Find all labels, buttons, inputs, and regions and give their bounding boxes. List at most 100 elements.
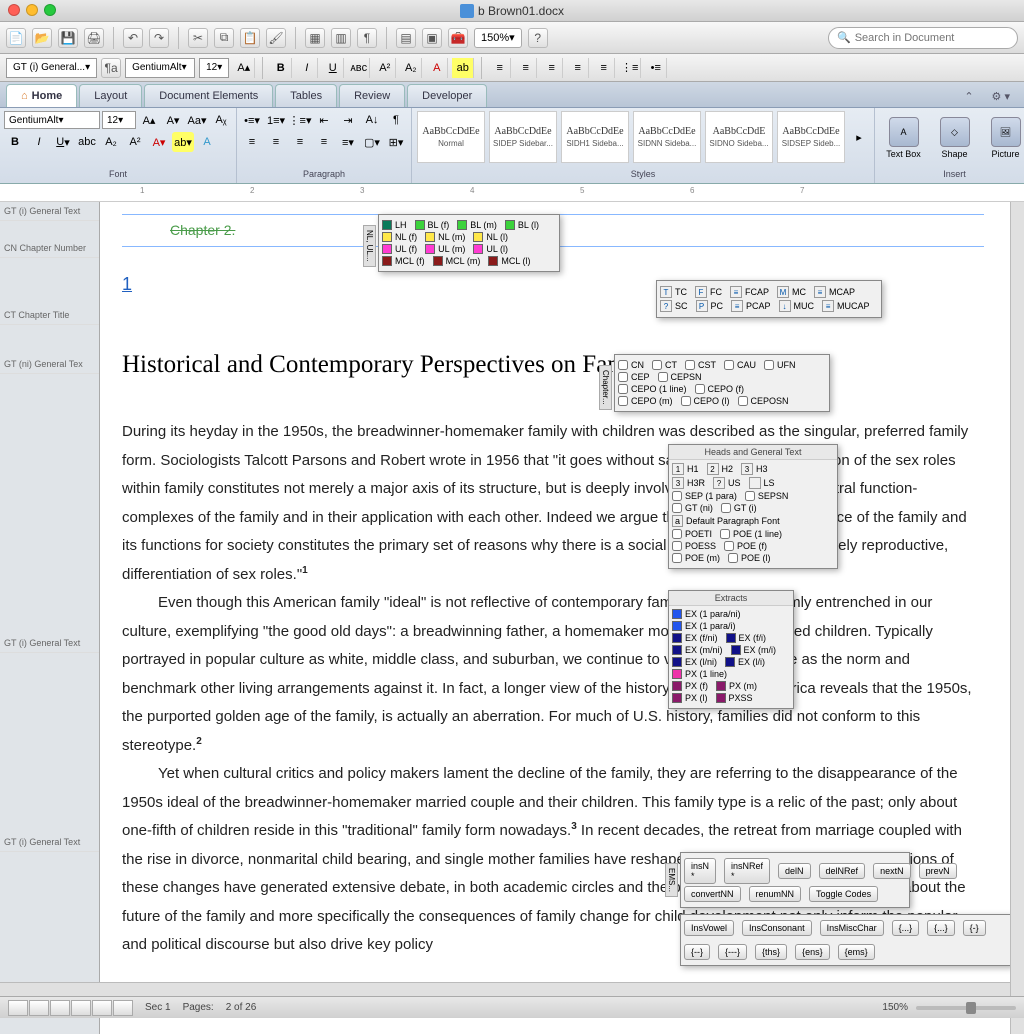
para-button[interactable]: ¶ bbox=[357, 28, 377, 48]
redo-button[interactable]: ↷ bbox=[149, 28, 169, 48]
style-card[interactable]: AaBbCcDdEeSIDNN Sideba... bbox=[633, 111, 701, 163]
extract-style[interactable]: EX (f/i) bbox=[726, 633, 767, 643]
note-action[interactable]: insN * bbox=[684, 858, 716, 884]
style-swatch[interactable]: BL (m) bbox=[457, 220, 497, 230]
note-action[interactable]: delNRef bbox=[819, 863, 866, 879]
font-color-button[interactable]: A bbox=[426, 58, 448, 78]
caption-style[interactable]: ≡MCAP bbox=[814, 286, 855, 298]
extract-style[interactable]: EX (f/ni) bbox=[672, 633, 718, 643]
extracts-palette[interactable]: Extracts EX (1 para/ni)EX (1 para/i)EX (… bbox=[668, 590, 794, 709]
ribbon-settings-button[interactable]: ⚙ ▾ bbox=[984, 86, 1018, 107]
rib-highlight[interactable]: ab▾ bbox=[172, 132, 194, 152]
styles-pane-button[interactable]: ¶a bbox=[101, 58, 121, 78]
caption-style[interactable]: PPC bbox=[696, 300, 724, 312]
insert-char[interactable]: {...} bbox=[892, 920, 920, 936]
style-swatch[interactable]: BL (l) bbox=[505, 220, 539, 230]
table-button[interactable]: ▦ bbox=[305, 28, 325, 48]
rib-show-marks[interactable]: ¶ bbox=[385, 110, 407, 130]
gallery-button[interactable]: ▣ bbox=[422, 28, 442, 48]
caption-style[interactable]: ↓MUC bbox=[779, 300, 815, 312]
note-action[interactable]: delN bbox=[778, 863, 811, 879]
notes-palette[interactable]: EMS... insN *insNRef *delNdelNRefnextNpr… bbox=[680, 852, 910, 908]
note-action[interactable]: renumNN bbox=[749, 886, 802, 902]
rib-spacing[interactable]: ≡▾ bbox=[337, 132, 359, 152]
insert-char-palette[interactable]: InsVowelInsConsonantInsMiscChar{...}{...… bbox=[680, 914, 1012, 966]
rib-bullets[interactable]: •≡▾ bbox=[241, 110, 263, 130]
chapter-style[interactable]: CEPSN bbox=[658, 372, 702, 382]
tab-review[interactable]: Review bbox=[339, 84, 405, 107]
align-center-button[interactable]: ≡ bbox=[515, 58, 537, 78]
chapter-style[interactable]: UFN bbox=[764, 360, 796, 370]
search-box[interactable]: 🔍 bbox=[828, 27, 1018, 49]
toolbox-button[interactable]: 🧰 bbox=[448, 28, 468, 48]
chapter-style[interactable]: CEPO (l) bbox=[681, 396, 730, 406]
palette-tab[interactable]: EMS... bbox=[665, 863, 678, 897]
rib-multilevel[interactable]: ⋮≡▾ bbox=[289, 110, 311, 130]
caption-style[interactable]: ≡MUCAP bbox=[822, 300, 870, 312]
palette-tab[interactable]: NL, UL... bbox=[363, 225, 376, 267]
style-swatch[interactable]: MCL (f) bbox=[382, 256, 425, 266]
rib-indent[interactable]: ⇥ bbox=[337, 110, 359, 130]
shrink-font-icon[interactable]: A▾ bbox=[162, 110, 184, 130]
chapter-style[interactable]: CT bbox=[652, 360, 677, 370]
close-window-button[interactable] bbox=[8, 4, 20, 16]
chapter-style[interactable]: CN bbox=[618, 360, 644, 370]
style-card[interactable]: AaBbCcDdEeSIDEP Sidebar... bbox=[489, 111, 557, 163]
head-style[interactable]: 3H3R bbox=[672, 477, 705, 489]
extract-style[interactable]: EX (1 para/i) bbox=[672, 621, 736, 631]
insert-char[interactable]: InsMiscChar bbox=[820, 920, 884, 936]
caption-style[interactable]: ≡PCAP bbox=[731, 300, 771, 312]
columns-button[interactable]: ▥ bbox=[331, 28, 351, 48]
note-action[interactable]: insNRef * bbox=[724, 858, 770, 884]
extract-style[interactable]: PXSS bbox=[716, 693, 753, 703]
ribbon-collapse-button[interactable]: ⌃ bbox=[956, 86, 981, 107]
rib-effects[interactable]: A bbox=[196, 132, 218, 152]
note-action[interactable]: convertNN bbox=[684, 886, 741, 902]
pages-value[interactable]: 2 of 26 bbox=[226, 1002, 257, 1013]
textbox-button[interactable]: AText Box bbox=[879, 110, 928, 166]
extract-style[interactable]: PX (1 line) bbox=[672, 669, 727, 679]
horizontal-scrollbar[interactable] bbox=[0, 982, 1010, 996]
subscript-button[interactable]: A₂ bbox=[400, 58, 422, 78]
align-right-button[interactable]: ≡ bbox=[541, 58, 563, 78]
underline-button[interactable]: U bbox=[322, 58, 344, 78]
superscript-button[interactable]: A² bbox=[374, 58, 396, 78]
insert-char[interactable]: {--} bbox=[684, 944, 710, 960]
tab-document-elements[interactable]: Document Elements bbox=[144, 84, 273, 107]
rib-sup[interactable]: A² bbox=[124, 132, 146, 152]
style-gallery[interactable]: AaBbCcDdEeNormalAaBbCcDdEeSIDEP Sidebar.… bbox=[416, 110, 870, 164]
extract-style[interactable]: EX (1 para/ni) bbox=[672, 609, 741, 619]
new-doc-button[interactable]: 📄 bbox=[6, 28, 26, 48]
style-swatch[interactable]: NL (m) bbox=[425, 232, 465, 242]
style-label[interactable]: CT Chapter Title bbox=[0, 306, 99, 325]
open-button[interactable]: 📂 bbox=[32, 28, 52, 48]
style-label[interactable]: GT (i) General Text bbox=[0, 833, 99, 852]
ribbon-font-dropdown[interactable]: GentiumAlt ▾ bbox=[4, 111, 100, 129]
horizontal-ruler[interactable]: 12 34 56 7 bbox=[0, 184, 1024, 202]
style-swatch[interactable]: MCL (m) bbox=[433, 256, 481, 266]
head-style[interactable]: POETI bbox=[672, 529, 712, 539]
rib-align-r[interactable]: ≡ bbox=[289, 132, 311, 152]
document-page[interactable]: Chapter 2. 1 Historical and Contemporary… bbox=[100, 202, 1024, 1034]
caption-style[interactable]: ?SC bbox=[660, 300, 688, 312]
style-swatch[interactable]: UL (m) bbox=[425, 244, 465, 254]
style-card[interactable]: AaBbCcDdEeSIDSEP Sideb... bbox=[777, 111, 845, 163]
extract-style[interactable]: PX (f) bbox=[672, 681, 708, 691]
align-left-button[interactable]: ≡ bbox=[489, 58, 511, 78]
clear-format-button[interactable]: Aᵪ bbox=[210, 110, 232, 130]
cut-button[interactable]: ✂ bbox=[188, 28, 208, 48]
focus-view[interactable] bbox=[92, 1000, 112, 1016]
minimize-window-button[interactable] bbox=[26, 4, 38, 16]
head-style[interactable]: 1H1 bbox=[672, 463, 699, 475]
extract-style[interactable]: PX (l) bbox=[672, 693, 708, 703]
head-style[interactable]: POESS bbox=[672, 541, 716, 551]
head-style[interactable]: 2H2 bbox=[707, 463, 734, 475]
notebook-view[interactable] bbox=[71, 1000, 91, 1016]
head-style[interactable]: SEPSN bbox=[745, 491, 789, 501]
chapter-style[interactable]: CAU bbox=[724, 360, 756, 370]
chapter-style[interactable]: CEPO (f) bbox=[695, 384, 745, 394]
caption-style[interactable]: TTC bbox=[660, 286, 687, 298]
head-style[interactable]: POE (m) bbox=[672, 553, 720, 563]
caption-style[interactable]: ≡FCAP bbox=[730, 286, 769, 298]
head-style[interactable]: POE (1 line) bbox=[720, 529, 782, 539]
